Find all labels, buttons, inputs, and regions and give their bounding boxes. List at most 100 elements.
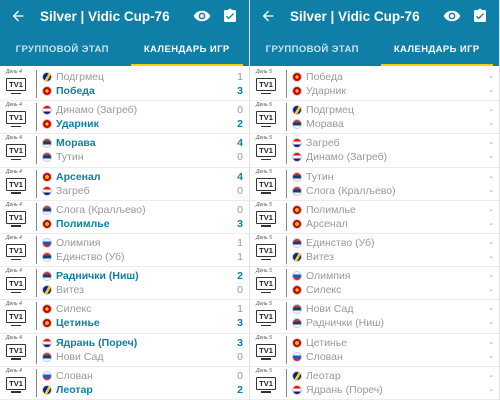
clipboard-check-icon[interactable] [219, 5, 241, 27]
team-flag-icon [42, 204, 52, 215]
team-name: Полимлье [56, 217, 110, 230]
team-name: Ядрань (Пореч) [306, 383, 383, 396]
match-teams: Полимлье - Арсенал - [292, 203, 499, 231]
team-name: Ударник [56, 118, 99, 131]
team-home: Цетинье - [292, 336, 499, 350]
team-score: - [489, 203, 494, 216]
match-row[interactable]: День 4 TV1 Морава 4 Тутин 0 [0, 134, 249, 168]
tab-group-stage[interactable]: ГРУППОВОЙ ЭТАП [250, 32, 375, 66]
match-row[interactable]: День 5 TV1 Единство (Уб) - Витез - [250, 234, 499, 268]
match-day: День 5 [256, 201, 272, 208]
tv-channel-badge: День 4 TV1 [6, 202, 32, 232]
divider [36, 302, 37, 331]
team-flag-icon [292, 152, 302, 163]
team-flag-icon [42, 384, 52, 395]
team-flag-icon [292, 304, 302, 315]
match-day: День 4 [6, 102, 22, 109]
match-row[interactable]: День 5 TV1 Леотар - Ядрань (Пореч) - [250, 367, 499, 400]
team-name: Арсенал [306, 217, 348, 230]
team-flag-icon [42, 318, 52, 329]
match-list: День 4 TV1 Подгрмец 1 Победа 3 День 4 TV1 Динамо… [0, 66, 249, 400]
app-bar: Silver | Vidic Cup-76 ГРУППОВОЙ ЭТАП КАЛ… [0, 0, 249, 66]
team-home: Ядрань (Пореч) 3 [42, 336, 249, 350]
match-row[interactable]: День 4 TV1 Динамо (Загреб) 0 Ударник 2 [0, 101, 249, 135]
team-away: Витез 0 [42, 283, 249, 297]
team-home: Силекс 1 [42, 302, 249, 316]
match-row[interactable]: День 5 TV1 Нови Сад - Раднички (Ниш) - [250, 300, 499, 334]
team-flag-icon [292, 171, 302, 182]
match-row[interactable]: День 5 TV1 Цетинье - Слован - [250, 334, 499, 367]
team-flag-icon [42, 185, 52, 196]
team-score: 2 [237, 270, 243, 283]
match-teams: Нови Сад - Раднички (Ниш) - [292, 302, 499, 330]
match-row[interactable]: День 5 TV1 Победа - Ударник - [250, 68, 499, 102]
team-name: Олимпия [306, 270, 351, 283]
match-row[interactable]: День 4 TV1 Слован 0 Леотар 2 [0, 367, 249, 400]
match-row[interactable]: День 4 TV1 Олимпия 1 Единство (Уб) 1 [0, 234, 249, 268]
team-score: - [489, 85, 494, 98]
match-row[interactable]: День 5 TV1 Тутин - Слога (Кралљево) - [250, 168, 499, 201]
tv-icon: TV1 [6, 144, 26, 161]
team-flag-icon [292, 218, 302, 229]
tv-icon: TV1 [6, 277, 26, 294]
match-teams: Победа - Ударник - [292, 70, 499, 98]
team-name: Слован [306, 350, 343, 363]
team-home: Подгрмец 1 [42, 70, 249, 84]
match-row[interactable]: День 4 TV1 Раднички (Ниш) 2 Витез 0 [0, 267, 249, 301]
match-row[interactable]: День 4 TV1 Подгрмец 1 Победа 3 [0, 68, 249, 102]
team-away: Единство (Уб) 1 [42, 250, 249, 264]
match-teams: Подгрмец 1 Победа 3 [42, 70, 249, 98]
tv-channel-badge: День 4 TV1 [6, 368, 32, 398]
match-row[interactable]: День 5 TV1 Полимлье - Арсенал - [250, 201, 499, 234]
tv-channel-badge: День 4 TV1 [6, 335, 32, 365]
eye-icon[interactable] [441, 5, 463, 27]
tv-channel-badge: День 5 TV1 [256, 69, 282, 99]
match-row[interactable]: День 4 TV1 Арсенал 4 Загреб 0 [0, 168, 249, 201]
tv-channel-badge: День 5 TV1 [256, 368, 282, 398]
team-flag-icon [292, 384, 302, 395]
divider [36, 202, 37, 231]
team-score: - [489, 317, 494, 330]
arrow-back-icon[interactable] [8, 6, 28, 26]
team-name: Победа [306, 71, 343, 84]
team-name: Леотар [56, 383, 93, 396]
team-score: - [489, 303, 494, 316]
page-title: Silver | Vidic Cup-76 [290, 8, 420, 24]
tv-icon: TV1 [256, 376, 276, 393]
match-row[interactable]: День 4 TV1 Слога (Кралљево) 0 Полимлье 3 [0, 201, 249, 234]
tab-calendar[interactable]: КАЛЕНДАРЬ ИГР [125, 32, 250, 66]
team-home: Полимлье - [292, 203, 499, 217]
match-row[interactable]: День 4 TV1 Силекс 1 Цетинье 3 [0, 300, 249, 334]
team-name: Динамо (Загреб) [56, 104, 138, 117]
tv-icon: TV1 [6, 244, 26, 261]
match-teams: Цетинье - Слован - [292, 336, 499, 364]
arrow-back-icon[interactable] [258, 6, 278, 26]
tab-group-stage[interactable]: ГРУППОВОЙ ЭТАП [0, 32, 125, 66]
team-score: 0 [237, 104, 243, 117]
team-home: Нови Сад - [292, 302, 499, 316]
team-flag-icon [292, 204, 302, 215]
tv-channel-badge: День 5 TV1 [256, 169, 282, 199]
match-day: День 5 [256, 334, 272, 341]
team-flag-icon [292, 318, 302, 329]
team-name: Арсенал [56, 170, 101, 183]
divider [286, 70, 287, 99]
match-teams: Загреб - Динамо (Загреб) - [292, 136, 499, 164]
team-flag-icon [42, 351, 52, 362]
match-row[interactable]: День 4 TV1 Ядрань (Пореч) 3 Нови Сад 0 [0, 334, 249, 367]
match-day: День 5 [256, 168, 272, 175]
match-teams: Слога (Кралљево) 0 Полимлье 3 [42, 203, 249, 231]
tv-icon: TV1 [6, 177, 26, 194]
match-row[interactable]: День 5 TV1 Загреб - Динамо (Загреб) - [250, 134, 499, 168]
tab-calendar[interactable]: КАЛЕНДАРЬ ИГР [375, 32, 500, 66]
team-score: - [489, 170, 494, 183]
match-teams: Морава 4 Тутин 0 [42, 136, 249, 164]
team-score: - [489, 217, 494, 230]
team-away: Тутин 0 [42, 150, 249, 164]
clipboard-check-icon[interactable] [469, 5, 491, 27]
match-row[interactable]: День 5 TV1 Олимпия - Силекс - [250, 267, 499, 301]
team-score: 1 [237, 251, 243, 264]
match-row[interactable]: День 5 TV1 Подгрмец - Морава - [250, 101, 499, 135]
eye-icon[interactable] [191, 5, 213, 27]
tv-icon: TV1 [6, 343, 26, 360]
